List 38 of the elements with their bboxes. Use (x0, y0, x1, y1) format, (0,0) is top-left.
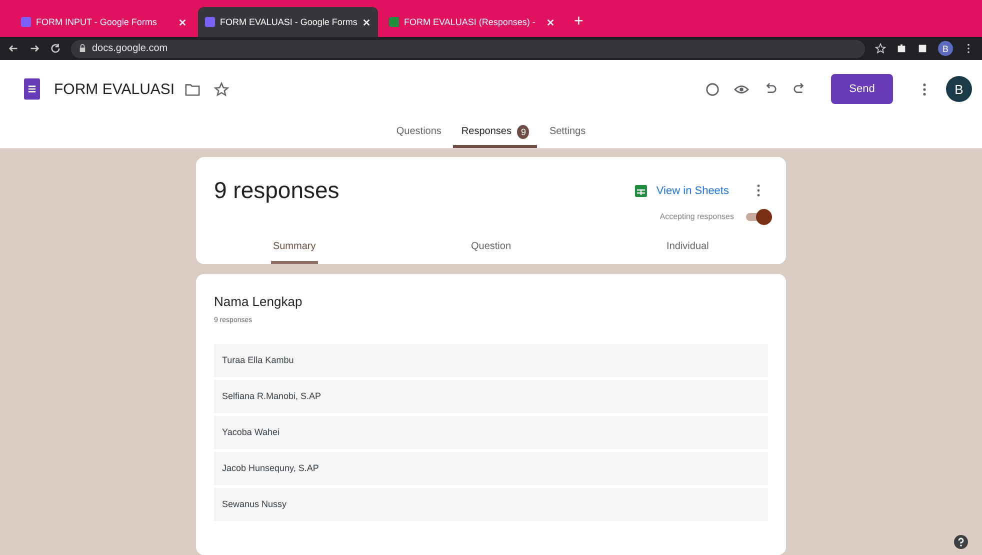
question-title: Nama Lengkap (214, 294, 304, 309)
count-badge: 9 (517, 124, 530, 138)
close-icon[interactable] (362, 18, 372, 26)
lock-icon (79, 44, 86, 53)
send-button[interactable]: Send (831, 74, 893, 104)
document-icon (21, 17, 31, 27)
toggle-label: Accepting responses (660, 212, 734, 221)
forward-icon[interactable] (29, 43, 40, 54)
new-tab-button[interactable]: + (566, 13, 592, 37)
answer-row: Selfiana R.Manobi, S.AP (214, 380, 768, 413)
browser-tab[interactable]: FORM EVALUASI - Google Forms (198, 7, 378, 37)
document-icon (389, 17, 399, 27)
view-tab[interactable]: Question (468, 231, 514, 264)
address-bar[interactable]: docs.google.com (71, 40, 865, 58)
form-tab[interactable]: Questions (388, 118, 450, 148)
form-title[interactable]: FORM EVALUASI (54, 80, 175, 98)
reload-icon[interactable] (50, 43, 61, 54)
sheets-icon (635, 184, 648, 196)
view-in-sheets-link[interactable]: View in Sheets (635, 184, 729, 196)
url-text: docs.google.com (92, 43, 168, 54)
help-icon[interactable] (954, 535, 968, 549)
answer-row: Yacoba Wahei (214, 416, 768, 449)
browser-tab[interactable]: FORM EVALUASI (Responses) - (382, 7, 562, 37)
answer-row: Jacob Hunsequny, S.AP (214, 452, 768, 485)
profile-avatar[interactable]: B (938, 41, 953, 56)
star-icon[interactable] (214, 82, 229, 96)
profile-avatar[interactable]: B (946, 76, 972, 102)
back-icon[interactable] (8, 43, 19, 54)
view-tab[interactable]: Individual (664, 231, 711, 264)
folder-icon[interactable] (184, 82, 200, 96)
view-tab[interactable]: Summary (270, 231, 318, 264)
document-icon (205, 17, 215, 27)
response-count: 9 responses (214, 177, 340, 204)
answer-row: Sewanus Nussy (214, 488, 768, 521)
forms-logo-icon (24, 78, 40, 100)
answer-row: Turaa Ella Kambu (214, 344, 768, 377)
browser-tab[interactable]: FORM INPUT - Google Forms (14, 7, 194, 37)
form-tab[interactable]: Settings (541, 118, 594, 148)
